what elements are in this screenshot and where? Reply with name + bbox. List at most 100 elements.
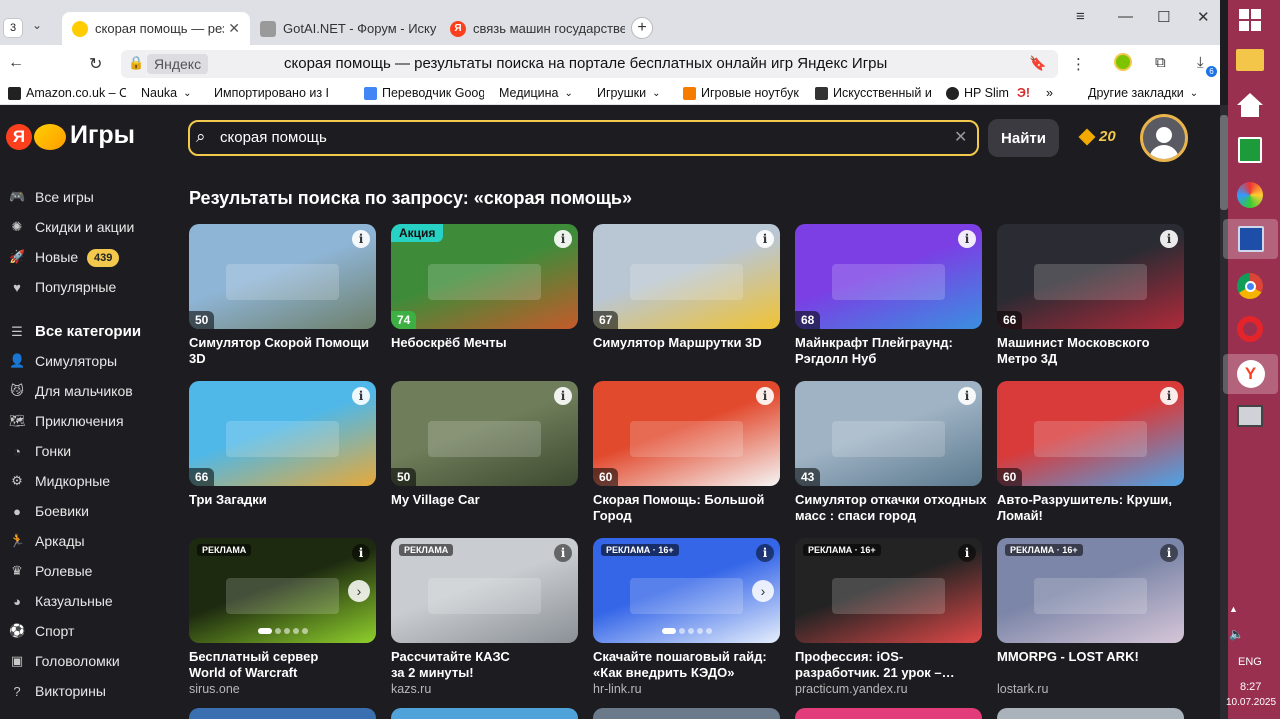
carousel-dot[interactable]: [283, 628, 290, 634]
sidebar-item-casual[interactable]: ◕ Казуальные: [9, 593, 113, 609]
sidebar-item-puzzles[interactable]: ▣ Головоломки: [9, 653, 120, 669]
opera-icon[interactable]: [1234, 313, 1266, 345]
game-card[interactable]: i 66: [997, 224, 1184, 329]
sidebar-item-all-games[interactable]: 🎮 Все игры: [9, 189, 94, 205]
card-title[interactable]: My Village Car: [391, 492, 583, 508]
next-arrow-icon[interactable]: ›: [348, 580, 370, 602]
extension-icon[interactable]: [1114, 53, 1132, 71]
game-card-partial[interactable]: [997, 708, 1184, 719]
file-explorer-icon[interactable]: [1234, 44, 1266, 76]
info-icon[interactable]: i: [1160, 230, 1178, 248]
home-icon[interactable]: [1234, 89, 1266, 121]
ad-domain[interactable]: practicum.yandex.ru: [795, 682, 908, 696]
sidebar-item-action[interactable]: ● Боевики: [9, 503, 89, 519]
card-title[interactable]: Машинист Московского Метро 3Д: [997, 335, 1189, 367]
clock-date[interactable]: 10.07.2025: [1226, 697, 1276, 708]
carousel-dot[interactable]: [678, 628, 685, 634]
clear-search-icon[interactable]: ✕: [954, 127, 967, 147]
bookmark-amazon[interactable]: Amazon.co.uk – O: [8, 86, 126, 100]
info-icon[interactable]: i: [756, 387, 774, 405]
sidebar-item-rpg[interactable]: ♛ Ролевые: [9, 563, 92, 579]
info-icon[interactable]: i: [756, 544, 774, 562]
bookmark-translator[interactable]: Переводчик Goog: [364, 86, 484, 100]
bookmark-folder-imported[interactable]: Импортировано из I: [214, 86, 348, 100]
games-face-logo-icon[interactable]: [34, 124, 66, 150]
sidebar-item-arcade[interactable]: 🏃 Аркады: [9, 533, 85, 549]
info-icon[interactable]: i: [352, 230, 370, 248]
tab-count-button[interactable]: 3: [3, 18, 23, 38]
sidebar-item-popular[interactable]: ♥ Популярные: [9, 279, 116, 295]
sidebar-item-all-categories[interactable]: ☰ Все категории: [9, 323, 141, 340]
game-card-partial[interactable]: [391, 708, 578, 719]
avatar[interactable]: [1140, 114, 1188, 162]
lock-icon[interactable]: 🔒: [128, 55, 144, 71]
minimize-button[interactable]: —: [1118, 8, 1133, 25]
ad-domain[interactable]: sirus.one: [189, 682, 240, 696]
card-title[interactable]: Авто-Разрушитель: Круши, Ломай!: [997, 492, 1189, 524]
carousel-dot[interactable]: [696, 628, 703, 634]
game-card[interactable]: Акция i 74: [391, 224, 578, 329]
info-icon[interactable]: i: [1160, 387, 1178, 405]
find-button[interactable]: Найти: [988, 119, 1059, 157]
bookmark-icon[interactable]: 🔖: [1029, 55, 1046, 72]
game-card[interactable]: i 50: [391, 381, 578, 486]
domain-chip[interactable]: Яндекс: [147, 54, 209, 74]
clock-time[interactable]: 8:27: [1240, 681, 1261, 693]
info-icon[interactable]: i: [756, 230, 774, 248]
sidebar-item-midcore[interactable]: ⚙ Мидкорные: [9, 473, 110, 489]
language-indicator[interactable]: ENG: [1238, 656, 1262, 668]
card-title[interactable]: Майнкрафт Плейграунд: Рэгдолл Нуб: [795, 335, 987, 367]
bookmark-folder-medicine[interactable]: Медицина ⌄: [499, 86, 573, 100]
carousel-dot[interactable]: [274, 628, 281, 634]
sidebar-item-discounts[interactable]: ✺ Скидки и акции: [9, 219, 135, 235]
card-title[interactable]: Симулятор Маршрутки 3D: [593, 335, 785, 351]
game-card-partial[interactable]: [593, 708, 780, 719]
ad-card[interactable]: РЕКЛАМА · 16+ i ›: [593, 538, 780, 643]
scrollbar-thumb[interactable]: [1220, 115, 1228, 210]
tray-expand-icon[interactable]: ▲: [1229, 604, 1238, 614]
carousel-dot[interactable]: [257, 628, 272, 634]
next-arrow-icon[interactable]: ›: [752, 580, 774, 602]
bookmark-other[interactable]: Другие закладки ⌄: [1088, 86, 1198, 100]
bookmark-folder-toys[interactable]: Игрушки ⌄: [597, 86, 660, 100]
chrome-icon[interactable]: [1234, 270, 1266, 302]
sidebar-item-quizzes[interactable]: ? Викторины: [9, 683, 106, 699]
ad-card[interactable]: РЕКЛАМА i ›: [189, 538, 376, 643]
bookmark-ai[interactable]: Искусственный и: [815, 86, 932, 100]
paint-icon[interactable]: [1234, 179, 1266, 211]
card-title[interactable]: Скачайте пошаговый гайд: «Как внедрить КЭ…: [593, 649, 785, 681]
carousel-dot[interactable]: [292, 628, 299, 634]
coin-balance[interactable]: 20: [1099, 128, 1116, 145]
sidebar-item-simulators[interactable]: 👤 Симуляторы: [9, 353, 117, 369]
card-title[interactable]: Симулятор откачки отходных масс : спаси г…: [795, 492, 987, 524]
game-card[interactable]: i 60: [593, 381, 780, 486]
ad-card[interactable]: РЕКЛАМА · 16+ i: [795, 538, 982, 643]
volume-icon[interactable]: 🔈: [1229, 627, 1244, 641]
downloads-icon[interactable]: ⤓: [1197, 54, 1204, 71]
ad-card[interactable]: РЕКЛАМА · 16+ i: [997, 538, 1184, 643]
card-title[interactable]: Профессия: iOS-разработчик. 21 урок –…: [795, 649, 987, 681]
tab-list-chevron-icon[interactable]: ⌄: [32, 18, 42, 32]
sidebar-item-racing[interactable]: ◔ Гонки: [9, 443, 71, 459]
tab-yandex-games[interactable]: скорая помощь — резу ✕: [62, 12, 250, 45]
ad-card[interactable]: РЕКЛАМА i: [391, 538, 578, 643]
ad-domain[interactable]: lostark.ru: [997, 682, 1048, 696]
info-icon[interactable]: i: [352, 544, 370, 562]
bookmark-e-icon[interactable]: Э!: [1017, 86, 1030, 100]
game-card[interactable]: i 43: [795, 381, 982, 486]
info-icon[interactable]: i: [1160, 544, 1178, 562]
close-window-button[interactable]: ✕: [1197, 8, 1210, 26]
info-icon[interactable]: i: [958, 387, 976, 405]
sidebar-item-sport[interactable]: ⚽ Спорт: [9, 623, 74, 639]
more-vertical-icon[interactable]: ⋮: [1071, 55, 1086, 73]
game-card-partial[interactable]: [189, 708, 376, 719]
more-bookmarks-icon[interactable]: »: [1046, 86, 1053, 100]
info-icon[interactable]: i: [554, 544, 572, 562]
info-icon[interactable]: i: [554, 230, 572, 248]
card-title[interactable]: Рассчитайте КАЗС за 2 минуты!: [391, 649, 583, 681]
browser-menu-icon[interactable]: ≡: [1076, 8, 1085, 25]
info-icon[interactable]: i: [554, 387, 572, 405]
new-tab-button[interactable]: +: [631, 17, 653, 39]
close-tab-icon[interactable]: ✕: [228, 20, 240, 37]
maximize-button[interactable]: ☐: [1157, 8, 1170, 26]
